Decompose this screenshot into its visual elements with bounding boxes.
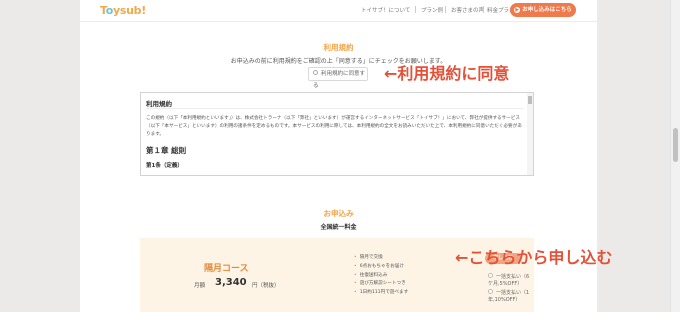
nav-customer-voices[interactable]: お客さまの声	[451, 6, 484, 14]
feature-item: 隔月で交換	[354, 254, 408, 263]
terms-instruction: お申込みの前に利用規約をご確認の上「同意する」にチェックをお願いします。	[230, 58, 447, 65]
apply-section-title: お申込み	[323, 209, 354, 218]
terms-paragraph: この規約（以下「本利用規約といいます」）は、株式会社トラーナ（以下「弊社」といい…	[146, 116, 522, 137]
logo-text-2: o	[105, 4, 114, 17]
terms-box-title: 利用規約	[146, 100, 172, 108]
radio-icon	[488, 289, 493, 294]
play-icon: ▶	[514, 7, 521, 13]
nav-plan-examples[interactable]: プラン例	[421, 6, 443, 14]
plan-name: 隔月コース	[204, 264, 249, 274]
terms-scroll-box[interactable]: 利用規約 この規約（以下「本利用規約といいます」）は、株式会社トラーナ（以下「弊…	[140, 92, 534, 176]
feature-item: 遊び方解説シートつき	[354, 280, 408, 289]
payment-option-1-year[interactable]: 一括支払い（1年,10%OFF）	[488, 289, 534, 303]
payment-option-label: 一括支払い（6ケ月,5%OFF）	[488, 274, 530, 287]
payment-option-label: 一括支払い（1年,10%OFF）	[488, 290, 530, 303]
annotation-agree: ←利用規約に同意	[384, 64, 510, 83]
terms-scrollbar-thumb[interactable]	[528, 96, 532, 104]
site-header: Toysub! トイサブ！について プラン例 お客さまの声 料金プラン ▶ お申し…	[80, 0, 597, 22]
nav-divider	[445, 6, 446, 13]
feature-item: 往復送料込み	[354, 272, 408, 281]
terms-chapter-heading: 第１章 総則	[146, 146, 187, 155]
payment-option-6-months[interactable]: 一括支払い（6ケ月,5%OFF）	[488, 273, 534, 287]
header-apply-button[interactable]: ▶ お申し込みはこちら	[510, 3, 576, 17]
nav-divider	[415, 6, 416, 13]
price-value: 3,340	[215, 277, 247, 288]
checkbox-icon	[313, 70, 318, 75]
nav-about[interactable]: トイサブ！について	[361, 6, 410, 14]
window-scrollbar[interactable]	[670, 0, 680, 312]
logo-text-3: ysub!	[113, 4, 146, 17]
annotation-apply: ←こちらから申し込む	[455, 248, 613, 267]
terms-article-heading: 第1条（定義）	[146, 163, 183, 169]
header-apply-label: お申し込みはこちら	[522, 7, 572, 13]
window-scrollbar-thumb[interactable]	[673, 128, 678, 162]
feature-item: 6点おもちゃをお届け	[354, 263, 408, 272]
divider	[146, 108, 524, 109]
agree-label: 利用規約に同意する	[313, 71, 366, 89]
price-unit: 円（税抜）	[252, 283, 280, 289]
plan-features: 隔月で交換 6点おもちゃをお届け 往復送料込み 遊び方解説シートつき 1日約11…	[354, 254, 408, 298]
radio-icon	[488, 273, 493, 278]
agree-terms-checkbox[interactable]: 利用規約に同意する	[308, 67, 368, 89]
price-label: 月額	[194, 283, 206, 289]
nav-divider	[483, 6, 484, 13]
feature-item: 1日約111円で遊べます	[354, 289, 408, 298]
terms-scrollbar[interactable]	[527, 93, 533, 175]
logo[interactable]: Toysub!	[100, 4, 146, 17]
apply-section-subtitle: 全国統一料金	[320, 224, 357, 231]
terms-section-title: 利用規約	[323, 43, 354, 52]
